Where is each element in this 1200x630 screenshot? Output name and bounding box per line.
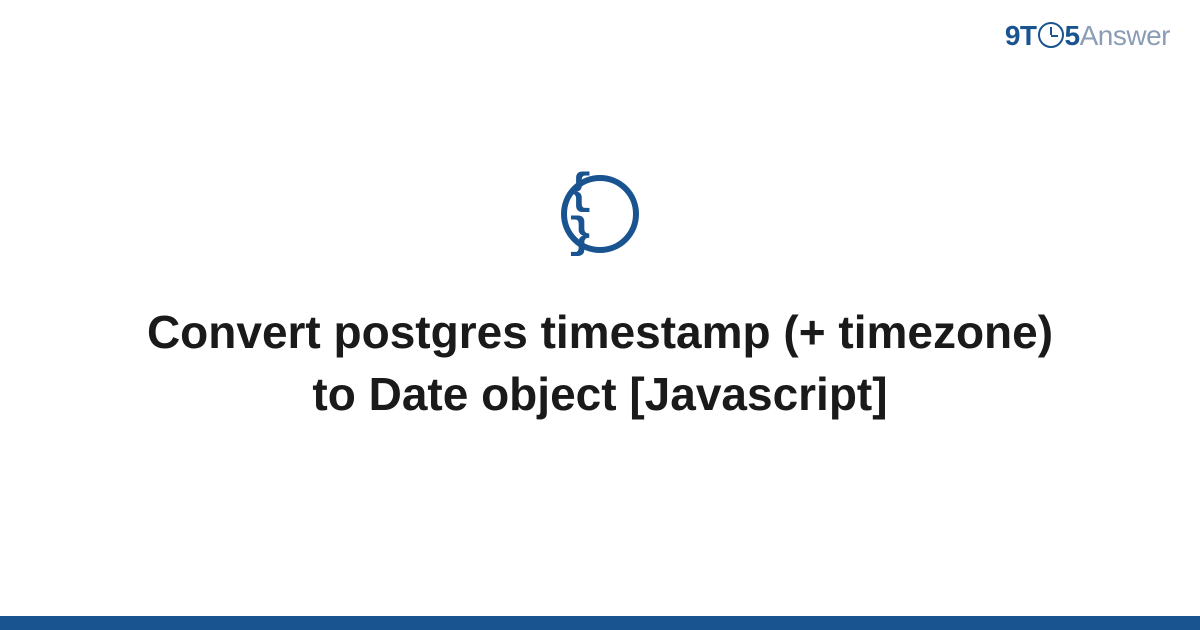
logo-suffix: 5 bbox=[1065, 20, 1080, 51]
main-content: { } Convert postgres timestamp (+ timezo… bbox=[0, 0, 1200, 630]
logo-word: Answer bbox=[1080, 20, 1170, 51]
question-title: Convert postgres timestamp (+ timezone) … bbox=[120, 301, 1080, 425]
clock-icon bbox=[1038, 22, 1064, 48]
footer-accent-bar bbox=[0, 616, 1200, 630]
category-badge: { } bbox=[561, 175, 639, 253]
logo-prefix: 9T bbox=[1005, 20, 1037, 51]
code-braces-icon: { } bbox=[567, 170, 633, 258]
site-logo: 9T 5Answer bbox=[1005, 20, 1170, 52]
